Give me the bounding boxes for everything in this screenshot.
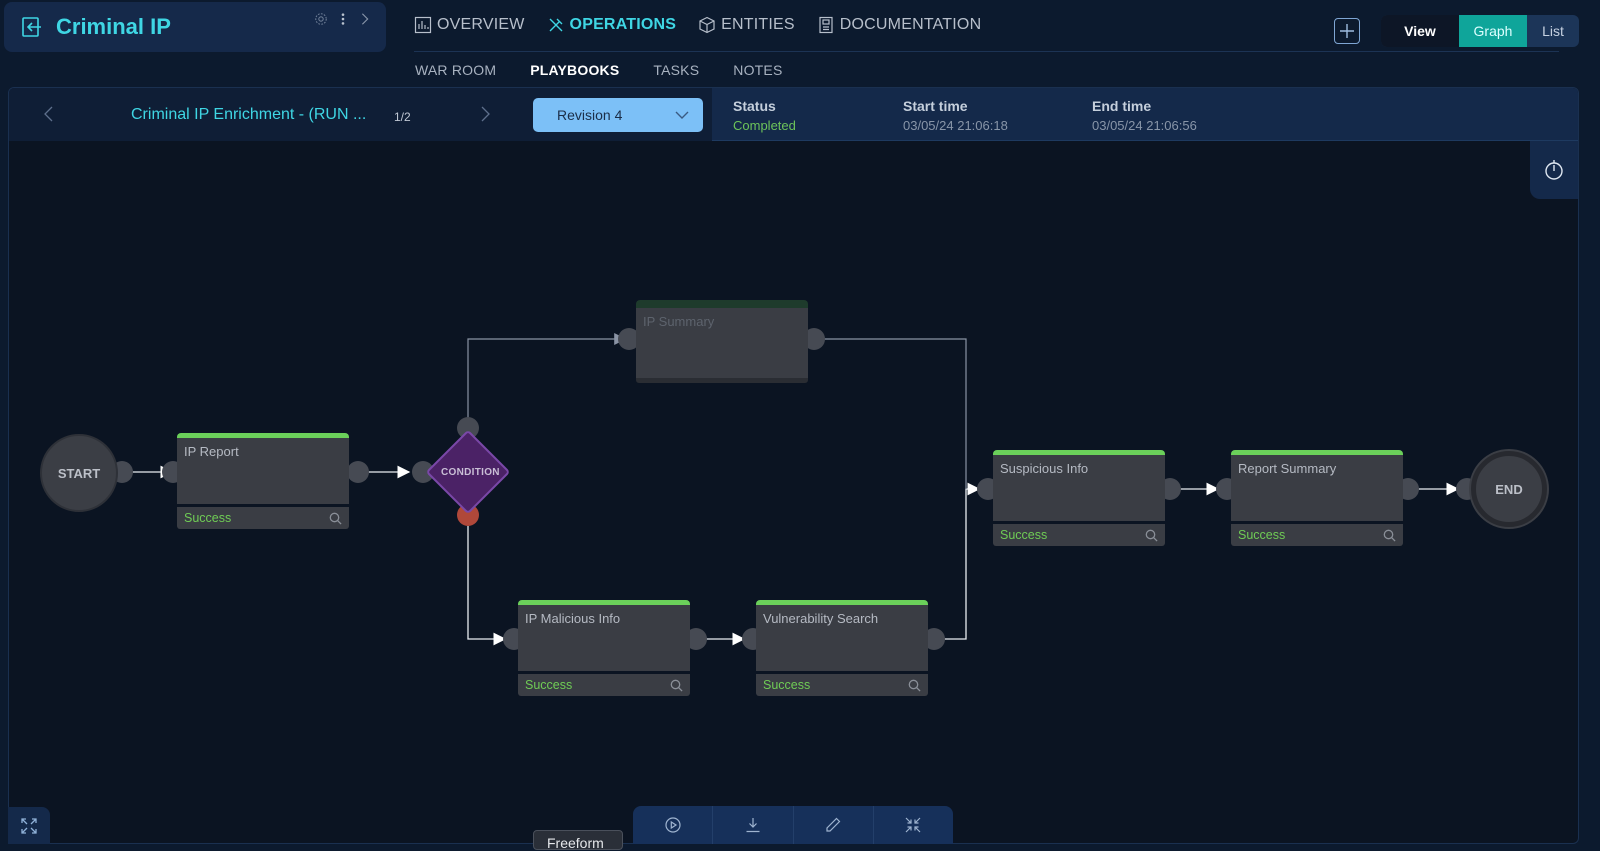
run-selector: Criminal IP Enrichment - (RUN ... 1/2 Re…: [9, 88, 712, 141]
task-title: Suspicious Info: [993, 455, 1165, 521]
edge-vuln-to-suspicious: [933, 482, 981, 640]
chevron-down-icon: [675, 111, 689, 119]
end-time-field: End time 03/05/24 21:06:56: [1092, 98, 1197, 133]
search-icon[interactable]: [1145, 529, 1158, 542]
collapse-button[interactable]: [874, 806, 953, 844]
condition-label: CONDITION: [441, 467, 500, 478]
subtab-playbooks[interactable]: PLAYBOOKS: [530, 62, 619, 78]
task-status: Success: [184, 511, 232, 525]
tab-entities[interactable]: ENTITIES: [698, 16, 795, 34]
task-node-ip-malicious-info[interactable]: IP Malicious Info Success: [518, 600, 690, 697]
chevron-right-icon[interactable]: [358, 12, 372, 26]
start-node[interactable]: START: [40, 434, 118, 512]
download-button[interactable]: [713, 806, 794, 844]
plus-icon: [1340, 24, 1354, 38]
app-header: Criminal IP: [4, 2, 386, 52]
expand-icon: [21, 817, 37, 834]
start-time-field: Start time 03/05/24 21:06:18: [903, 98, 1008, 133]
task-footer: Success: [1231, 524, 1403, 546]
search-icon[interactable]: [908, 679, 921, 692]
download-icon: [746, 818, 760, 833]
gear-icon[interactable]: [314, 12, 328, 26]
node-output-port[interactable]: [347, 461, 369, 483]
tab-documentation[interactable]: DOCUMENTATION: [817, 16, 982, 34]
revision-dropdown[interactable]: Revision 4: [533, 98, 703, 132]
status-field: Status Completed: [733, 98, 796, 133]
graph-toolbar: [633, 806, 953, 844]
next-run-chevron-icon[interactable]: [477, 105, 493, 123]
playbook-panel: Criminal IP Enrichment - (RUN ... 1/2 Re…: [8, 87, 1579, 844]
playbook-graph-canvas[interactable]: START IP Report Success CONDITION IP Sum…: [9, 141, 1578, 843]
edit-icon: [826, 817, 841, 832]
task-status: Success: [763, 678, 811, 692]
tools-icon: [549, 18, 563, 32]
view-label: View: [1381, 15, 1459, 47]
edge-condition-to-ip-summary: [467, 333, 627, 421]
subtab-war-room[interactable]: WAR ROOM: [415, 62, 496, 78]
add-button[interactable]: [1334, 18, 1360, 44]
task-footer: [636, 378, 808, 383]
tab-operations[interactable]: OPERATIONS: [547, 16, 677, 34]
sub-navigation: WAR ROOM PLAYBOOKS TASKS NOTES: [415, 62, 783, 78]
document-icon: [819, 16, 833, 34]
kebab-menu-icon[interactable]: [336, 12, 350, 26]
edge-condition-to-ip-malicious: [467, 526, 507, 646]
run-info-bar: Criminal IP Enrichment - (RUN ... 1/2 Re…: [9, 88, 1578, 141]
play-button[interactable]: [633, 806, 714, 844]
previous-run-chevron-icon[interactable]: [41, 105, 57, 123]
run-counter: 1/2: [394, 110, 411, 124]
fullscreen-button[interactable]: [8, 807, 50, 844]
task-status-bar: [636, 300, 808, 308]
subtab-tasks[interactable]: TASKS: [653, 62, 699, 78]
task-footer: Success: [518, 674, 690, 696]
task-footer: Success: [177, 507, 349, 529]
task-status: Success: [1000, 528, 1048, 542]
edge-ip-summary-to-suspicious: [815, 338, 967, 489]
search-icon[interactable]: [1383, 529, 1396, 542]
play-icon: [665, 817, 681, 833]
status-value: Completed: [733, 118, 796, 133]
freeform-tooltip: Freeform: [533, 830, 623, 851]
task-title: IP Report: [177, 438, 349, 504]
cube-icon: [699, 16, 715, 34]
nav-divider: [414, 51, 1559, 52]
task-node-suspicious-info[interactable]: Suspicious Info Success: [993, 450, 1165, 547]
end-node[interactable]: END: [1471, 451, 1547, 527]
subtab-notes[interactable]: NOTES: [733, 62, 782, 78]
task-title: Report Summary: [1231, 455, 1403, 521]
search-icon[interactable]: [329, 512, 342, 525]
task-title: IP Malicious Info: [518, 605, 690, 671]
task-node-ip-report[interactable]: IP Report Success: [177, 433, 349, 530]
top-navigation: OVERVIEW OPERATIONS ENTITIES DOCUMENTATI…: [414, 16, 981, 34]
task-node-report-summary[interactable]: Report Summary Success: [1231, 450, 1403, 547]
task-footer: Success: [993, 524, 1165, 546]
exit-icon[interactable]: [20, 15, 44, 39]
task-status: Success: [1238, 528, 1286, 542]
view-toggle: View Graph List: [1381, 15, 1579, 47]
tab-overview[interactable]: OVERVIEW: [414, 16, 525, 34]
app-title: Criminal IP: [56, 14, 171, 39]
task-title: IP Summary: [636, 308, 808, 378]
task-node-vulnerability-search[interactable]: Vulnerability Search Success: [756, 600, 928, 697]
task-footer: Success: [756, 674, 928, 696]
list-view-button[interactable]: List: [1527, 15, 1579, 47]
graph-view-button[interactable]: Graph: [1459, 15, 1527, 47]
search-icon[interactable]: [670, 679, 683, 692]
task-status: Success: [525, 678, 573, 692]
edit-button[interactable]: [794, 806, 874, 844]
collapse-icon: [905, 817, 921, 833]
playbook-run-name: Criminal IP Enrichment - (RUN ...: [131, 106, 367, 123]
task-title: Vulnerability Search: [756, 605, 928, 671]
bar-chart-icon: [414, 16, 432, 34]
task-node-ip-summary[interactable]: IP Summary: [636, 300, 808, 383]
